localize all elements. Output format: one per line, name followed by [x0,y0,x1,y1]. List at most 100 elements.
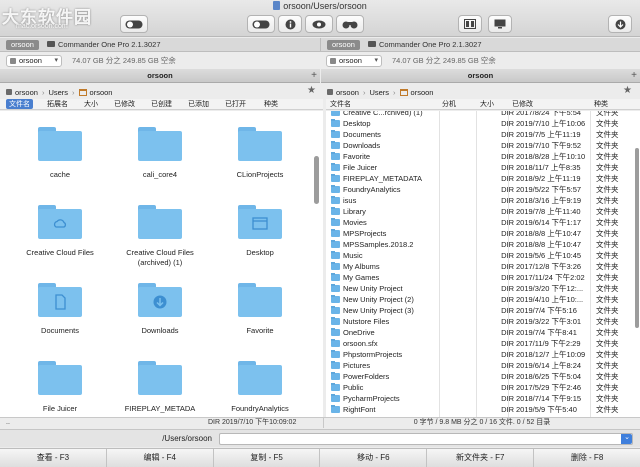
col-added[interactable]: 已添加 [188,99,209,109]
add-tab-icon[interactable]: + [311,69,317,83]
breadcrumb-item[interactable]: orsoon [336,88,359,97]
left-pane-tab[interactable]: orsoon + [0,69,320,83]
breadcrumb-item[interactable]: orsoon [15,88,38,97]
right-drive-select[interactable]: orsoon [326,54,382,67]
col-modified[interactable]: 已修改 [114,99,135,109]
command-input[interactable]: ⌄ [219,433,633,445]
chevron-down-icon[interactable]: ⌄ [624,433,630,441]
left-tab-title[interactable]: Commander One Pro 2.1.3027 [46,40,161,49]
folder-item[interactable]: Creative Cloud Files [10,205,110,258]
folder-item[interactable]: CLionProjects [210,127,310,180]
folder-item[interactable]: Creative Cloud Files (archived) (1) [110,205,210,268]
file-name: My Albums [343,262,380,271]
list-item[interactable]: My Albums DIR 2017/12/8 下午3:26 文件夹 [326,261,640,272]
toggle-button[interactable] [120,15,148,33]
col-filename[interactable]: 文件名 [6,99,33,109]
search-button[interactable] [336,15,364,33]
delete-f8-button[interactable]: 删除 - F8 [534,449,640,467]
folder-item[interactable]: File Juicer [10,361,110,414]
add-tab-icon[interactable]: + [631,69,637,83]
list-item[interactable]: isus DIR 2018/3/16 上午9:19 文件夹 [326,195,640,206]
col-size[interactable]: 大小 [480,99,494,109]
list-item[interactable]: Downloads DIR 2019/7/10 下午9:52 文件夹 [326,140,640,151]
list-item[interactable]: PhpstormProjects DIR 2018/12/7 上午10:09 文件夹 [326,349,640,360]
list-item[interactable]: OneDrive DIR 2019/7/4 下午8:41 文件夹 [326,327,640,338]
col-modified[interactable]: 已修改 [512,99,533,109]
col-extension[interactable]: 分机 [442,99,456,109]
col-kind[interactable]: 种类 [594,99,608,109]
terminal-button[interactable] [488,15,512,33]
folder-item[interactable]: Documents [10,283,110,336]
list-item[interactable]: FoundryAnalytics DIR 2019/5/22 下午5:57 文件夹 [326,184,640,195]
left-scrollbar[interactable] [314,156,319,204]
breadcrumb-item[interactable]: Users [48,88,68,97]
left-drive-select[interactable]: orsoon [6,54,62,67]
folder-item[interactable]: FoundryAnalytics [210,361,310,414]
list-item[interactable]: MPSSamples.2018.2 DIR 2018/8/8 上午10:47 文件夹 [326,239,640,250]
list-item[interactable]: Nutstore Files DIR 2019/3/22 下午3:01 文件夹 [326,316,640,327]
list-item[interactable]: File Juicer DIR 2018/11/7 上午8:35 文件夹 [326,162,640,173]
view-f3-button[interactable]: 查看 - F3 [0,449,107,467]
download-button[interactable] [608,15,632,33]
list-item[interactable]: Favorite DIR 2018/8/28 上午10:10 文件夹 [326,151,640,162]
col-kind[interactable]: 种类 [264,99,278,109]
move-f6-button[interactable]: 移动 - F6 [320,449,428,467]
right-location-chip[interactable]: orsoon [327,39,360,50]
file-name: New Unity Project [343,284,403,293]
col-filename[interactable]: 文件名 [330,99,351,109]
list-item[interactable]: New Unity Project (3) DIR 2019/7/4 下午5:16 文… [326,305,640,316]
col-created[interactable]: 已创建 [151,99,172,109]
col-extension[interactable]: 拓展名 [47,99,68,109]
list-item[interactable]: FIREPLAY_METADATA DIR 2018/9/2 上午11:19 文件夹 [326,173,640,184]
split-view-button[interactable] [458,15,482,33]
file-modified: 2019/7/5 上午11:19 [516,130,581,139]
edit-f4-button[interactable]: 编辑 - F4 [107,449,214,467]
list-item[interactable]: Creative C...rchived) (1) DIR 2017/8/24 下午… [326,111,640,118]
list-item[interactable]: PowerFolders DIR 2018/6/25 下午5:04 文件夹 [326,371,640,382]
list-item[interactable]: Public DIR 2017/5/29 下午2:46 文件夹 [326,382,640,393]
breadcrumb-item[interactable]: Users [369,88,389,97]
file-size: DIR [501,119,514,128]
breadcrumb-item[interactable]: orsoon [411,88,434,97]
file-modified: 2019/3/22 下午3:01 [516,317,582,326]
left-tab-row: orsoon Commander One Pro 2.1.3027 [0,38,320,52]
file-size: DIR [501,130,514,139]
copy-f5-button[interactable]: 复制 - F5 [214,449,321,467]
quick-look-button[interactable] [305,15,333,33]
star-icon[interactable]: ★ [307,85,316,96]
list-item[interactable]: RightFont DIR 2019/5/9 下午5:40 文件夹 [326,404,640,415]
list-item[interactable]: Documents DIR 2019/7/5 上午11:19 文件夹 [326,129,640,140]
file-modified: 2018/7/14 下午9:15 [516,394,582,403]
folder-item[interactable]: Downloads [110,283,210,336]
new-folder-f7-button[interactable]: 新文件夹 - F7 [427,449,535,467]
folder-item[interactable]: Favorite [210,283,310,336]
list-item[interactable]: PycharmProjects DIR 2018/7/14 下午9:15 文件夹 [326,393,640,404]
left-location-chip[interactable]: orsoon [6,39,39,50]
list-item[interactable]: My Games DIR 2017/11/24 下午2:02 文件夹 [326,272,640,283]
left-status-bar: .. DIR 2019/7/10 下午10:09:02 [0,417,323,428]
list-item[interactable]: Desktop DIR 2019/7/10 上午10:06 文件夹 [326,118,640,129]
list-item[interactable]: Library DIR 2019/7/8 上午11:40 文件夹 [326,206,640,217]
file-size: DIR [501,339,514,348]
toggle-hidden-button[interactable] [247,15,275,33]
file-kind: 文件夹 [596,185,619,194]
list-item[interactable]: orsoon.sfx DIR 2017/11/9 下午2:29 文件夹 [326,338,640,349]
right-tab-title[interactable]: Commander One Pro 2.1.3027 [367,40,482,49]
right-pane-tab[interactable]: orsoon + [321,69,640,83]
list-item[interactable]: New Unity Project DIR 2019/3/20 下午12:... 文件… [326,283,640,294]
folder-item[interactable]: cache [10,127,110,180]
folder-item[interactable]: cali_core4 [110,127,210,180]
star-icon[interactable]: ★ [623,85,632,96]
col-opened[interactable]: 已打开 [225,99,246,109]
col-size[interactable]: 大小 [84,99,98,109]
list-item[interactable]: New Unity Project (2) DIR 2019/4/10 上午10:.… [326,294,640,305]
breadcrumb-item[interactable]: orsoon [90,88,113,97]
list-item[interactable]: Pictures DIR 2019/6/14 上午8:24 文件夹 [326,360,640,371]
info-button[interactable] [278,15,302,33]
list-item[interactable]: Movies DIR 2019/6/14 下午1:17 文件夹 [326,217,640,228]
folder-item[interactable]: FIREPLAY_METADA [110,361,210,414]
list-item[interactable]: Music DIR 2019/5/6 上午10:45 文件夹 [326,250,640,261]
list-item[interactable]: MPSProjects DIR 2018/8/8 上午10:47 文件夹 [326,228,640,239]
function-key-bar: 查看 - F3 编辑 - F4 复制 - F5 移动 - F6 新文件夹 - F… [0,448,640,467]
folder-item[interactable]: Desktop [210,205,310,258]
